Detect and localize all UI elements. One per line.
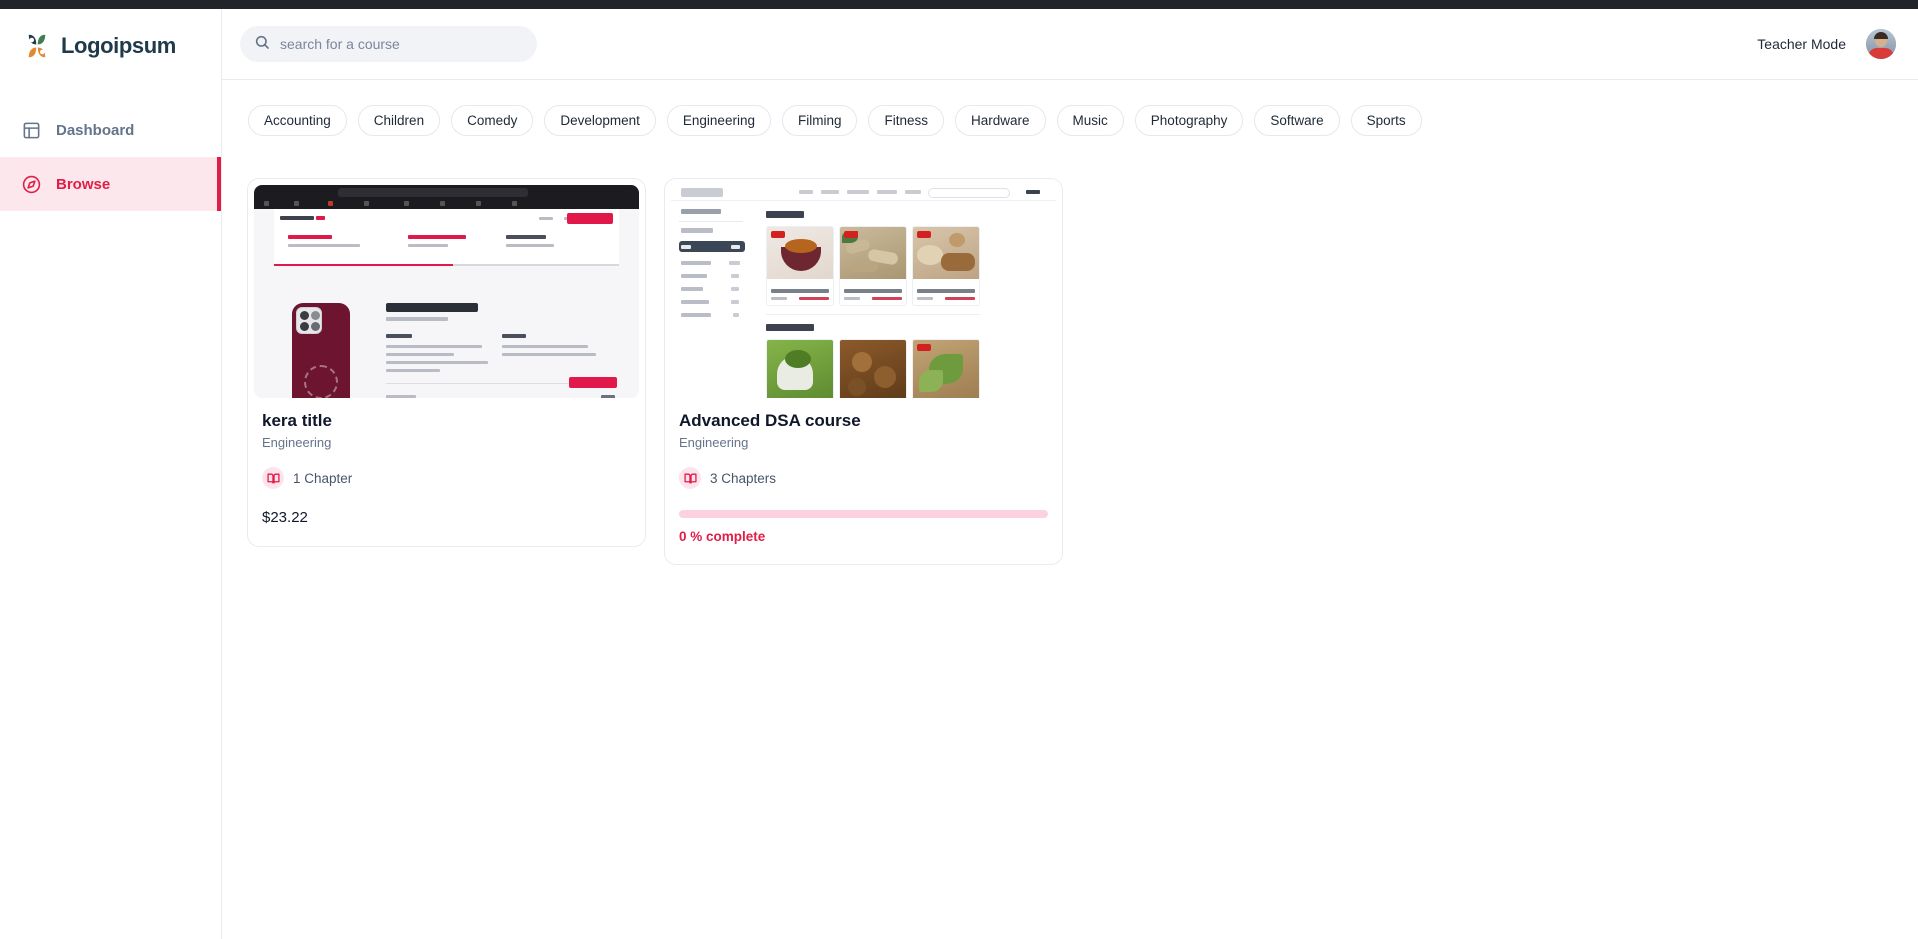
- category-chip-filming[interactable]: Filming: [781, 105, 858, 136]
- iphone-case-configurator-screenshot: [254, 185, 639, 398]
- course-title: kera title: [262, 411, 332, 430]
- category-chip-music[interactable]: Music: [1056, 105, 1124, 136]
- search-box[interactable]: [240, 26, 537, 62]
- category-chip-software[interactable]: Software: [1254, 105, 1340, 136]
- course-card-grid: kera title Engineering 1 Chapter $23.22: [247, 178, 1063, 566]
- layout-dashboard-icon: [22, 121, 41, 140]
- course-category: Engineering: [262, 435, 332, 451]
- course-chapters: 1 Chapter: [262, 467, 631, 490]
- category-chip-sports[interactable]: Sports: [1350, 105, 1422, 136]
- avatar[interactable]: [1866, 29, 1896, 59]
- search-input[interactable]: [280, 36, 523, 52]
- top-header: Teacher Mode: [222, 9, 1918, 80]
- category-chip-photography[interactable]: Photography: [1134, 105, 1244, 136]
- course-chapters: 3 Chapters: [679, 467, 1048, 490]
- spice-shop-storefront-screenshot: [671, 185, 1056, 398]
- category-chip-development[interactable]: Development: [544, 105, 656, 136]
- category-chip-accounting[interactable]: Accounting: [248, 105, 347, 136]
- avatar-hair: [1874, 32, 1888, 39]
- sidebar-item-label: Dashboard: [56, 121, 135, 139]
- book-open-icon: [679, 467, 701, 490]
- course-card[interactable]: Advanced DSA course Engineering 3 Chapte…: [664, 178, 1063, 566]
- teacher-mode-button[interactable]: Teacher Mode: [1757, 36, 1846, 52]
- sidebar-item-browse[interactable]: Browse: [0, 157, 221, 211]
- search-icon: [254, 34, 270, 55]
- course-category: Engineering: [679, 435, 749, 451]
- category-chip-children[interactable]: Children: [357, 105, 441, 136]
- course-title: Advanced DSA course: [679, 411, 861, 430]
- category-chip-comedy[interactable]: Comedy: [451, 105, 534, 136]
- sidebar-nav: Dashboard Browse: [0, 103, 221, 211]
- category-chip-fitness[interactable]: Fitness: [868, 105, 944, 136]
- sidebar: Logoipsum Dashboard Browse: [0, 9, 222, 939]
- app-logo[interactable]: Logoipsum: [0, 9, 221, 61]
- top-accent-bar: [0, 0, 1918, 9]
- course-thumbnail: [254, 185, 639, 398]
- course-price: $23.22: [262, 509, 308, 527]
- chapters-count-label: 3 Chapters: [710, 470, 777, 486]
- course-card-body: Advanced DSA course Engineering 3 Chapte…: [671, 398, 1056, 558]
- avatar-shirt: [1868, 48, 1894, 59]
- logo-text: Logoipsum: [61, 33, 176, 58]
- category-chip-engineering[interactable]: Engineering: [666, 105, 771, 136]
- sidebar-item-dashboard[interactable]: Dashboard: [0, 103, 221, 157]
- course-thumbnail: [671, 185, 1056, 398]
- header-actions: Teacher Mode: [1757, 29, 1918, 59]
- chapters-count-label: 1 Chapter: [293, 470, 353, 486]
- sidebar-item-label: Browse: [56, 175, 111, 193]
- category-chip-list: Accounting Children Comedy Development E…: [248, 105, 1422, 136]
- logoipsum-mark-icon: [28, 34, 46, 58]
- book-open-icon: [262, 467, 284, 490]
- compass-icon: [22, 175, 41, 194]
- course-card[interactable]: kera title Engineering 1 Chapter $23.22: [247, 178, 646, 548]
- category-chip-hardware[interactable]: Hardware: [955, 105, 1046, 136]
- course-card-body: kera title Engineering 1 Chapter $23.22: [254, 398, 639, 540]
- course-progress-bar: [679, 510, 1048, 519]
- course-progress-label: 0 % complete: [679, 529, 766, 545]
